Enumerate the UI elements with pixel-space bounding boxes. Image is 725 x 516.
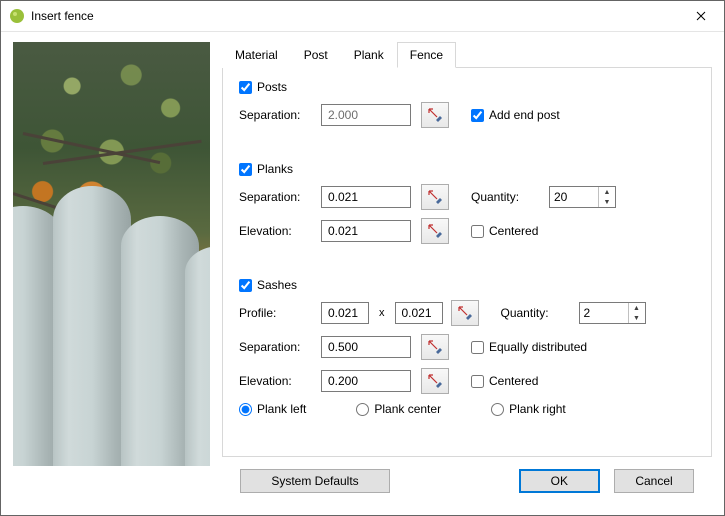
planks-centered-option[interactable]: Centered bbox=[471, 224, 538, 238]
posts-separation-label: Separation: bbox=[239, 108, 313, 122]
sashes-profile-w-input[interactable] bbox=[321, 302, 369, 324]
spin-up-icon[interactable]: ▲ bbox=[599, 187, 615, 197]
sashes-quantity-spinner[interactable]: ▲▼ bbox=[579, 302, 646, 324]
align-plank-center-radio[interactable] bbox=[356, 403, 369, 416]
titlebar: Insert fence bbox=[1, 1, 724, 32]
planks-quantity-label: Quantity: bbox=[471, 190, 541, 204]
sashes-centered-checkbox[interactable] bbox=[471, 375, 484, 388]
add-end-post-label: Add end post bbox=[489, 108, 560, 122]
picker-icon bbox=[427, 339, 443, 355]
sashes-equally-label: Equally distributed bbox=[489, 340, 587, 354]
planks-enabled-checkbox[interactable] bbox=[239, 163, 252, 176]
sashes-elevation-input[interactable] bbox=[321, 370, 411, 392]
sashes-centered-option[interactable]: Centered bbox=[471, 374, 538, 388]
tab-post[interactable]: Post bbox=[291, 42, 341, 68]
close-icon bbox=[696, 11, 706, 21]
posts-separation-pick-button[interactable] bbox=[421, 102, 449, 128]
align-plank-center-label: Plank center bbox=[374, 402, 441, 416]
sashes-enabled-checkbox[interactable] bbox=[239, 279, 252, 292]
posts-enabled-checkbox[interactable] bbox=[239, 81, 252, 94]
sashes-separation-input[interactable] bbox=[321, 336, 411, 358]
sashes-profile-h-input[interactable] bbox=[395, 302, 443, 324]
dialog-footer: System Defaults OK Cancel bbox=[222, 457, 712, 505]
tab-fence[interactable]: Fence bbox=[397, 42, 456, 68]
planks-separation-pick-button[interactable] bbox=[421, 184, 449, 210]
picker-icon bbox=[427, 373, 443, 389]
align-plank-right-option[interactable]: Plank right bbox=[491, 402, 566, 416]
tab-material[interactable]: Material bbox=[222, 42, 291, 68]
sashes-equally-option[interactable]: Equally distributed bbox=[471, 340, 587, 354]
times-symbol: x bbox=[379, 307, 385, 319]
align-plank-right-label: Plank right bbox=[509, 402, 566, 416]
planks-quantity-input[interactable] bbox=[550, 187, 598, 207]
spin-down-icon[interactable]: ▼ bbox=[629, 313, 645, 323]
app-icon bbox=[9, 8, 25, 24]
sashes-profile-pick-button[interactable] bbox=[451, 300, 479, 326]
window-title: Insert fence bbox=[31, 9, 678, 23]
planks-quantity-spinner[interactable]: ▲▼ bbox=[549, 186, 616, 208]
tab-bar: Material Post Plank Fence bbox=[222, 42, 712, 68]
sashes-separation-pick-button[interactable] bbox=[421, 334, 449, 360]
planks-elevation-pick-button[interactable] bbox=[421, 218, 449, 244]
spin-down-icon[interactable]: ▼ bbox=[599, 197, 615, 207]
planks-label: Planks bbox=[257, 162, 293, 176]
preview-image bbox=[13, 42, 210, 466]
group-planks: Planks Separation: Quantity: ▲▼ bbox=[239, 162, 695, 252]
align-plank-left-option[interactable]: Plank left bbox=[239, 402, 306, 416]
sashes-profile-label: Profile: bbox=[239, 306, 313, 320]
planks-separation-label: Separation: bbox=[239, 190, 313, 204]
align-plank-center-option[interactable]: Plank center bbox=[356, 402, 441, 416]
align-plank-left-label: Plank left bbox=[257, 402, 306, 416]
picker-icon bbox=[427, 223, 443, 239]
dialog-insert-fence: Insert fence Material Post Plank Fence bbox=[0, 0, 725, 516]
close-button[interactable] bbox=[678, 1, 724, 31]
sashes-equally-checkbox[interactable] bbox=[471, 341, 484, 354]
planks-centered-checkbox[interactable] bbox=[471, 225, 484, 238]
sashes-elevation-pick-button[interactable] bbox=[421, 368, 449, 394]
sashes-separation-label: Separation: bbox=[239, 340, 313, 354]
planks-elevation-input[interactable] bbox=[321, 220, 411, 242]
sashes-quantity-input[interactable] bbox=[580, 303, 628, 323]
picker-icon bbox=[457, 305, 473, 321]
ok-button[interactable]: OK bbox=[519, 469, 600, 493]
posts-separation-input[interactable] bbox=[321, 104, 411, 126]
posts-label: Posts bbox=[257, 80, 287, 94]
planks-separation-input[interactable] bbox=[321, 186, 411, 208]
system-defaults-button[interactable]: System Defaults bbox=[240, 469, 390, 493]
sashes-elevation-label: Elevation: bbox=[239, 374, 313, 388]
tab-plank[interactable]: Plank bbox=[341, 42, 397, 68]
add-end-post-option[interactable]: Add end post bbox=[471, 108, 560, 122]
picker-icon bbox=[427, 107, 443, 123]
tab-panel-fence: Posts Separation: Add end post bbox=[222, 67, 712, 457]
sashes-quantity-label: Quantity: bbox=[501, 306, 571, 320]
add-end-post-checkbox[interactable] bbox=[471, 109, 484, 122]
group-posts: Posts Separation: Add end post bbox=[239, 80, 695, 136]
align-plank-left-radio[interactable] bbox=[239, 403, 252, 416]
cancel-button[interactable]: Cancel bbox=[614, 469, 694, 493]
align-plank-right-radio[interactable] bbox=[491, 403, 504, 416]
sashes-label: Sashes bbox=[257, 278, 297, 292]
picker-icon bbox=[427, 189, 443, 205]
sashes-centered-label: Centered bbox=[489, 374, 538, 388]
planks-elevation-label: Elevation: bbox=[239, 224, 313, 238]
planks-centered-label: Centered bbox=[489, 224, 538, 238]
spin-up-icon[interactable]: ▲ bbox=[629, 303, 645, 313]
group-sashes: Sashes Profile: x Quantity: ▲▼ bbox=[239, 278, 695, 416]
